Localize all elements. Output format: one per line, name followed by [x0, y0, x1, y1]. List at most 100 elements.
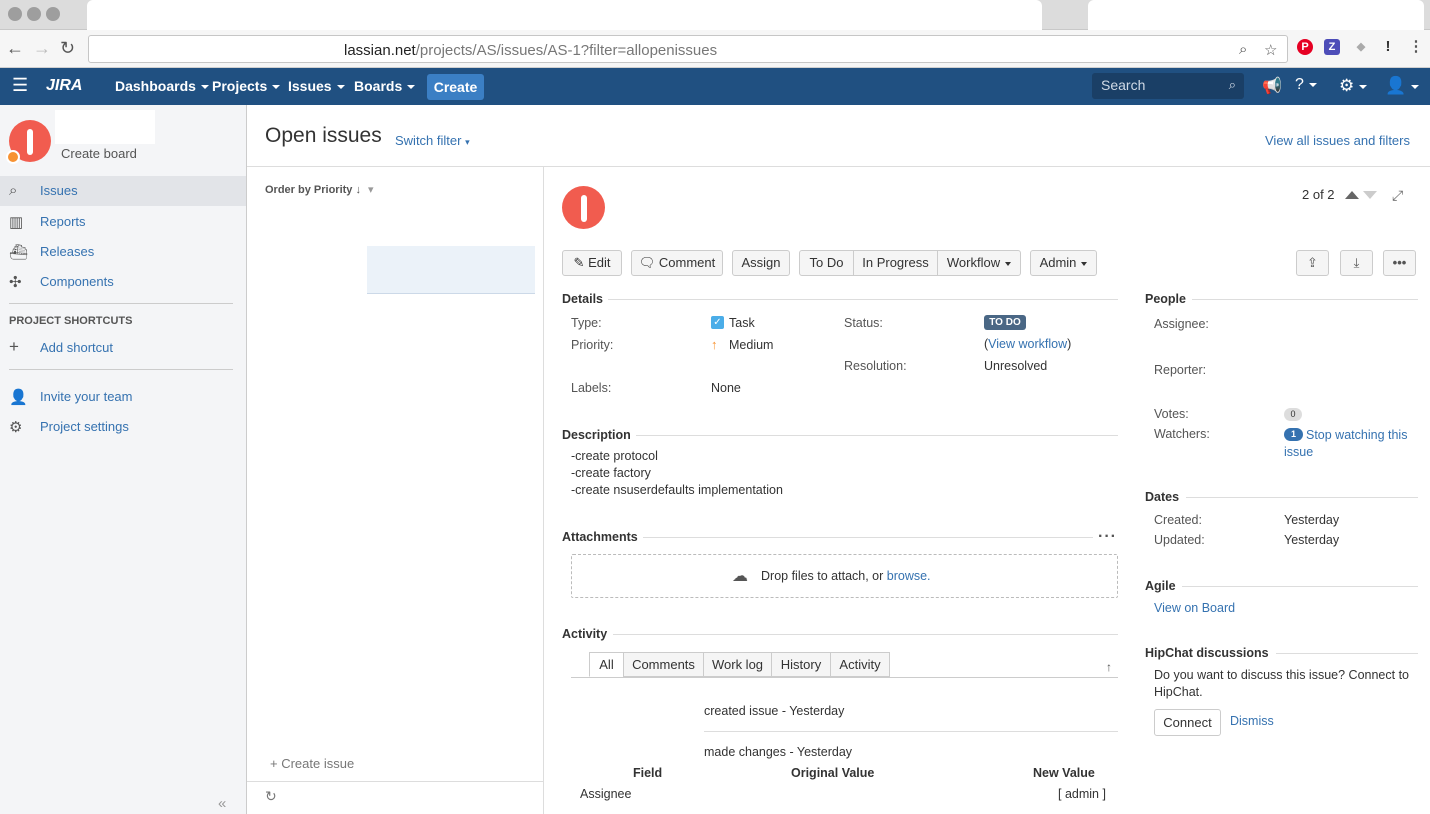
order-by-label: Order by Priority [265, 184, 353, 196]
status-label: Status: [844, 316, 883, 330]
description-line: -create nsuserdefaults implementation [571, 483, 783, 497]
gear-icon[interactable]: ⚙ [1339, 76, 1367, 96]
nav-projects[interactable]: Projects [212, 78, 280, 94]
attachments-heading: Attachments [562, 530, 638, 544]
speech-bubble-icon: 🗨 [638, 255, 656, 270]
votes-count-badge[interactable]: 0 [1284, 408, 1302, 421]
reload-icon[interactable]: ↻ [60, 38, 75, 58]
next-issue-icon[interactable] [1363, 191, 1377, 199]
browser-tab[interactable] [87, 0, 1042, 30]
help-icon[interactable]: ? [1295, 76, 1317, 94]
watchers-label: Watchers: [1154, 427, 1210, 441]
sidebar-item-issues[interactable]: ⌕ Issues [0, 176, 246, 206]
refresh-icon[interactable]: ↻ [265, 788, 277, 805]
app-switcher-icon[interactable]: ☰ [12, 75, 28, 96]
export-icon[interactable]: ⤓ [1340, 250, 1373, 276]
tab-comments[interactable]: Comments [623, 652, 704, 677]
bookmark-star-icon[interactable]: ☆ [1264, 41, 1277, 59]
pinterest-icon[interactable]: P [1297, 39, 1313, 55]
activity-entry-rule [704, 731, 1118, 732]
gear-icon: ⚙ [9, 419, 23, 436]
collapse-sidebar-icon[interactable]: « [218, 795, 226, 812]
sidebar-item-reports[interactable]: ▥ Reports [0, 207, 246, 237]
stop-watching-link[interactable]: Stop watching this issue [1284, 427, 1419, 461]
window-zoom-button[interactable] [46, 7, 60, 21]
tab-work-log[interactable]: Work log [703, 652, 772, 677]
address-bar[interactable]: lassian.net/projects/AS/issues/AS-1?filt… [88, 35, 1288, 63]
expand-icon[interactable]: ⤢ [1392, 187, 1403, 204]
dates-rule [1186, 497, 1418, 498]
history-new-value: [ admin ] [1058, 787, 1106, 801]
sidebar-item-invite[interactable]: 👤 Invite your team [0, 382, 246, 412]
assign-button[interactable]: Assign [732, 250, 790, 276]
sort-order-icon[interactable]: ↑ [1106, 660, 1112, 674]
project-name[interactable] [55, 110, 155, 144]
more-options-icon[interactable]: ••• [1383, 250, 1416, 276]
jira-logo[interactable]: JIRA [46, 77, 82, 95]
create-issue-link[interactable]: + Create issue [270, 756, 354, 771]
admin-button[interactable]: Admin [1030, 250, 1097, 276]
window-close-button[interactable] [8, 7, 22, 21]
zotero-icon[interactable]: Z [1324, 39, 1340, 55]
edit-label: Edit [588, 255, 611, 270]
browser-toolbar: ← → ↻ lassian.net/projects/AS/issues/AS-… [0, 30, 1430, 68]
labels-value: None [711, 381, 741, 395]
header-divider [247, 166, 1430, 167]
tab-all[interactable]: All [589, 652, 624, 677]
zoom-icon[interactable]: ⌕ [1239, 41, 1247, 58]
view-workflow-link[interactable]: View workflow [988, 337, 1067, 351]
search-icon: ⌕ [1228, 77, 1236, 92]
create-board-link[interactable]: Create board [61, 146, 137, 161]
browser-menu-icon[interactable]: ⋮ [1408, 39, 1424, 55]
workflow-button[interactable]: Workflow [937, 250, 1021, 276]
previous-issue-icon[interactable] [1345, 191, 1359, 199]
agile-heading: Agile [1145, 579, 1176, 593]
add-person-icon: 👤 [9, 389, 28, 406]
browse-link[interactable]: browse. [887, 569, 931, 583]
dismiss-link[interactable]: Dismiss [1230, 714, 1274, 728]
connect-button[interactable]: Connect [1154, 709, 1221, 736]
user-avatar-icon[interactable]: 👤 [1385, 76, 1419, 96]
megaphone-icon[interactable]: 📢 [1262, 76, 1282, 96]
resolution-label: Resolution: [844, 359, 907, 373]
in-progress-button[interactable]: In Progress [853, 250, 938, 276]
activity-rule [613, 634, 1118, 635]
sidebar-divider [9, 303, 233, 304]
nav-issues[interactable]: Issues [288, 78, 345, 94]
activity-entry: created issue - Yesterday [704, 704, 845, 718]
comment-button[interactable]: 🗨 Comment [631, 250, 723, 276]
status-badge: TO DO [984, 315, 1026, 330]
labels-label: Labels: [571, 381, 612, 395]
selected-issue-row[interactable] [367, 246, 535, 294]
alert-extension-icon[interactable]: ! [1380, 39, 1396, 55]
order-by-selector[interactable]: Order by Priority ↓ ▾ [265, 183, 374, 196]
votes-label: Votes: [1154, 407, 1189, 421]
forward-arrow-icon[interactable]: → [33, 38, 51, 58]
back-arrow-icon[interactable]: ← [6, 38, 24, 58]
window-minimize-button[interactable] [27, 7, 41, 21]
tab-activity[interactable]: Activity [830, 652, 890, 677]
edit-button[interactable]: ✎ Edit [562, 250, 622, 276]
switch-filter-link[interactable]: Switch filter ▾ [395, 133, 470, 148]
sidebar-item-components[interactable]: ✣ Components [0, 267, 246, 297]
sidebar-item-settings[interactable]: ⚙ Project settings [0, 412, 246, 442]
share-icon[interactable]: ⇪ [1296, 250, 1329, 276]
search-input[interactable]: Search ⌕ [1092, 73, 1244, 99]
sidebar-item-add-shortcut[interactable]: + Add shortcut [0, 333, 246, 363]
type-label: Type: [571, 316, 602, 330]
view-all-issues-link[interactable]: View all issues and filters [1265, 133, 1410, 148]
dropbox-icon[interactable]: ◆ [1353, 39, 1369, 55]
attachment-dropzone[interactable]: ☁ Drop files to attach, or browse. [571, 554, 1118, 598]
project-avatar[interactable] [6, 120, 51, 164]
browser-tab[interactable] [1088, 0, 1424, 30]
view-on-board-link[interactable]: View on Board [1154, 601, 1235, 615]
nav-dashboards[interactable]: Dashboards [115, 78, 209, 94]
tab-history[interactable]: History [771, 652, 831, 677]
create-button[interactable]: Create [427, 74, 484, 100]
attachments-more-icon[interactable]: ··· [1098, 528, 1117, 546]
sidebar-item-releases[interactable]: ⛴ Releases [0, 237, 246, 267]
issues-icon: ⌕ [9, 182, 18, 199]
nav-boards[interactable]: Boards [354, 78, 415, 94]
todo-button[interactable]: To Do [799, 250, 854, 276]
issue-project-avatar [562, 186, 605, 229]
